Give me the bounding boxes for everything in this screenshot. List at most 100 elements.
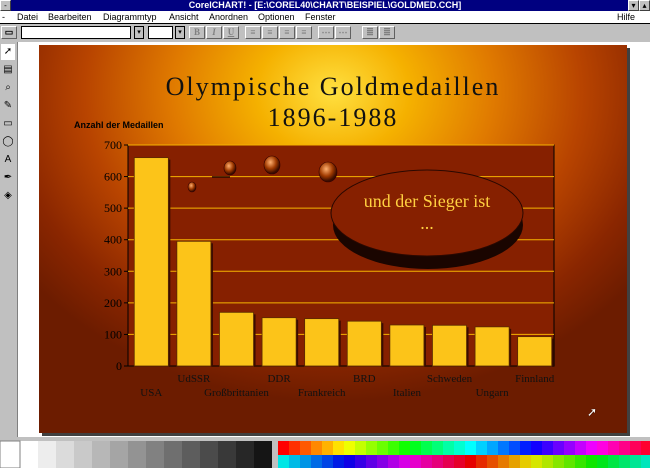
mouse-cursor-icon: ➚	[587, 405, 598, 419]
color-swatch	[377, 441, 388, 455]
bar	[389, 324, 425, 367]
color-swatch	[608, 441, 619, 455]
color-swatch	[619, 441, 630, 455]
color-swatch	[300, 441, 311, 455]
color-swatch	[20, 441, 38, 468]
color-swatch	[597, 441, 608, 455]
y-axis-ticks: 0 100 200 300 400 500 600 700	[104, 138, 128, 373]
color-swatch	[38, 441, 56, 468]
color-swatch	[278, 441, 289, 455]
color-swatch	[641, 455, 650, 468]
color-swatch	[520, 441, 531, 455]
color-swatch	[553, 455, 564, 468]
color-palette	[0, 437, 650, 468]
x-tick-label: Großbrittanien	[204, 387, 269, 399]
color-swatch	[377, 455, 388, 468]
color-swatches[interactable]	[0, 437, 650, 468]
color-swatch	[630, 455, 641, 468]
color-swatch	[218, 441, 236, 468]
medal-icon	[187, 181, 197, 193]
y-tick-label: 200	[104, 296, 122, 310]
color-swatch	[146, 441, 164, 468]
bar	[219, 311, 254, 367]
color-swatch	[443, 455, 454, 468]
color-swatch	[333, 441, 344, 455]
color-swatch	[509, 455, 520, 468]
color-swatch	[564, 441, 575, 455]
color-swatch	[110, 441, 128, 468]
color-swatch	[355, 441, 366, 455]
color-swatch	[388, 441, 399, 455]
x-tick-label: Finnland	[515, 373, 555, 385]
color-swatch	[322, 441, 333, 455]
y-tick-label: 700	[104, 138, 122, 152]
color-swatch	[487, 441, 498, 455]
color-swatch	[366, 441, 377, 455]
color-swatch	[531, 455, 542, 468]
color-swatch	[164, 441, 182, 468]
color-swatch	[300, 455, 311, 468]
y-tick-label: 400	[104, 233, 122, 247]
color-swatch	[575, 441, 586, 455]
color-swatch	[92, 441, 110, 468]
color-swatch	[421, 455, 432, 468]
color-swatch	[56, 441, 74, 468]
color-swatch	[476, 455, 487, 468]
color-swatch	[465, 455, 476, 468]
color-swatch	[236, 441, 254, 468]
color-swatch	[421, 441, 432, 455]
medal-icon	[318, 161, 338, 183]
color-swatch	[465, 441, 476, 455]
bar	[304, 318, 340, 367]
color-swatch	[410, 455, 421, 468]
color-swatch	[443, 441, 454, 455]
bar-chart[interactable]: 0 100 200 300 400 500 600 700 USA UdSSR Großbritt…	[0, 0, 650, 468]
color-swatch	[608, 455, 619, 468]
color-swatch	[509, 441, 520, 455]
color-swatch	[311, 441, 322, 455]
no-fill-swatch	[0, 440, 21, 468]
color-swatch	[254, 441, 272, 468]
color-swatch	[520, 455, 531, 468]
y-tick-label: 300	[104, 264, 122, 278]
bar	[346, 320, 382, 367]
medal-icon	[263, 155, 281, 175]
color-swatch	[476, 441, 487, 455]
color-swatch	[333, 455, 344, 468]
x-tick-label: DDR	[267, 373, 291, 385]
color-swatch	[200, 441, 218, 468]
bar	[517, 336, 553, 367]
color-swatch	[454, 455, 465, 468]
color-swatch	[432, 455, 443, 468]
color-swatch	[630, 441, 641, 455]
x-tick-label: Ungarn	[476, 387, 509, 399]
color-swatch	[289, 455, 300, 468]
y-tick-label: 500	[104, 201, 122, 215]
color-swatch	[399, 455, 410, 468]
bar	[432, 324, 467, 367]
color-swatch	[487, 455, 498, 468]
color-swatch	[575, 455, 586, 468]
color-swatch	[586, 441, 597, 455]
color-swatch	[355, 455, 366, 468]
color-swatch	[74, 441, 92, 468]
annotation-text: und der Sieger ist ...	[363, 191, 491, 233]
color-swatch	[410, 441, 421, 455]
color-swatch	[399, 441, 410, 455]
color-swatch	[553, 441, 564, 455]
color-swatch	[542, 455, 553, 468]
color-swatch	[322, 455, 333, 468]
color-swatch	[311, 455, 322, 468]
color-swatch	[344, 455, 355, 468]
medal-icon	[223, 160, 237, 176]
color-swatch	[498, 441, 509, 455]
color-swatch	[564, 455, 575, 468]
color-swatch	[344, 441, 355, 455]
color-swatch	[454, 441, 465, 455]
color-swatch	[542, 441, 553, 455]
bar	[176, 240, 212, 367]
bar	[133, 157, 169, 367]
y-tick-label: 100	[104, 327, 122, 341]
x-axis-labels: USA UdSSR Großbrittanien DDR Frankreich BRD It…	[140, 373, 554, 399]
x-tick-label: UdSSR	[177, 373, 211, 385]
